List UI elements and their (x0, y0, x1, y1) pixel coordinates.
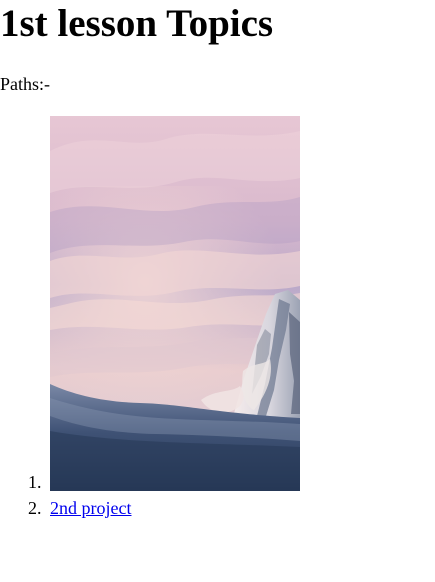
topic-list: 1. 2. 2nd project (0, 116, 300, 518)
page-title: 1st lesson Topics (0, 2, 274, 45)
list-item-link: 2. 2nd project (0, 498, 300, 518)
list-marker: 2. (28, 498, 42, 518)
second-project-link[interactable]: 2nd project (50, 498, 131, 518)
list-item-image: 1. (0, 116, 300, 492)
list-marker: 1. (28, 472, 42, 492)
paths-label: Paths:- (0, 74, 51, 94)
mountain-landscape-image (50, 116, 300, 491)
